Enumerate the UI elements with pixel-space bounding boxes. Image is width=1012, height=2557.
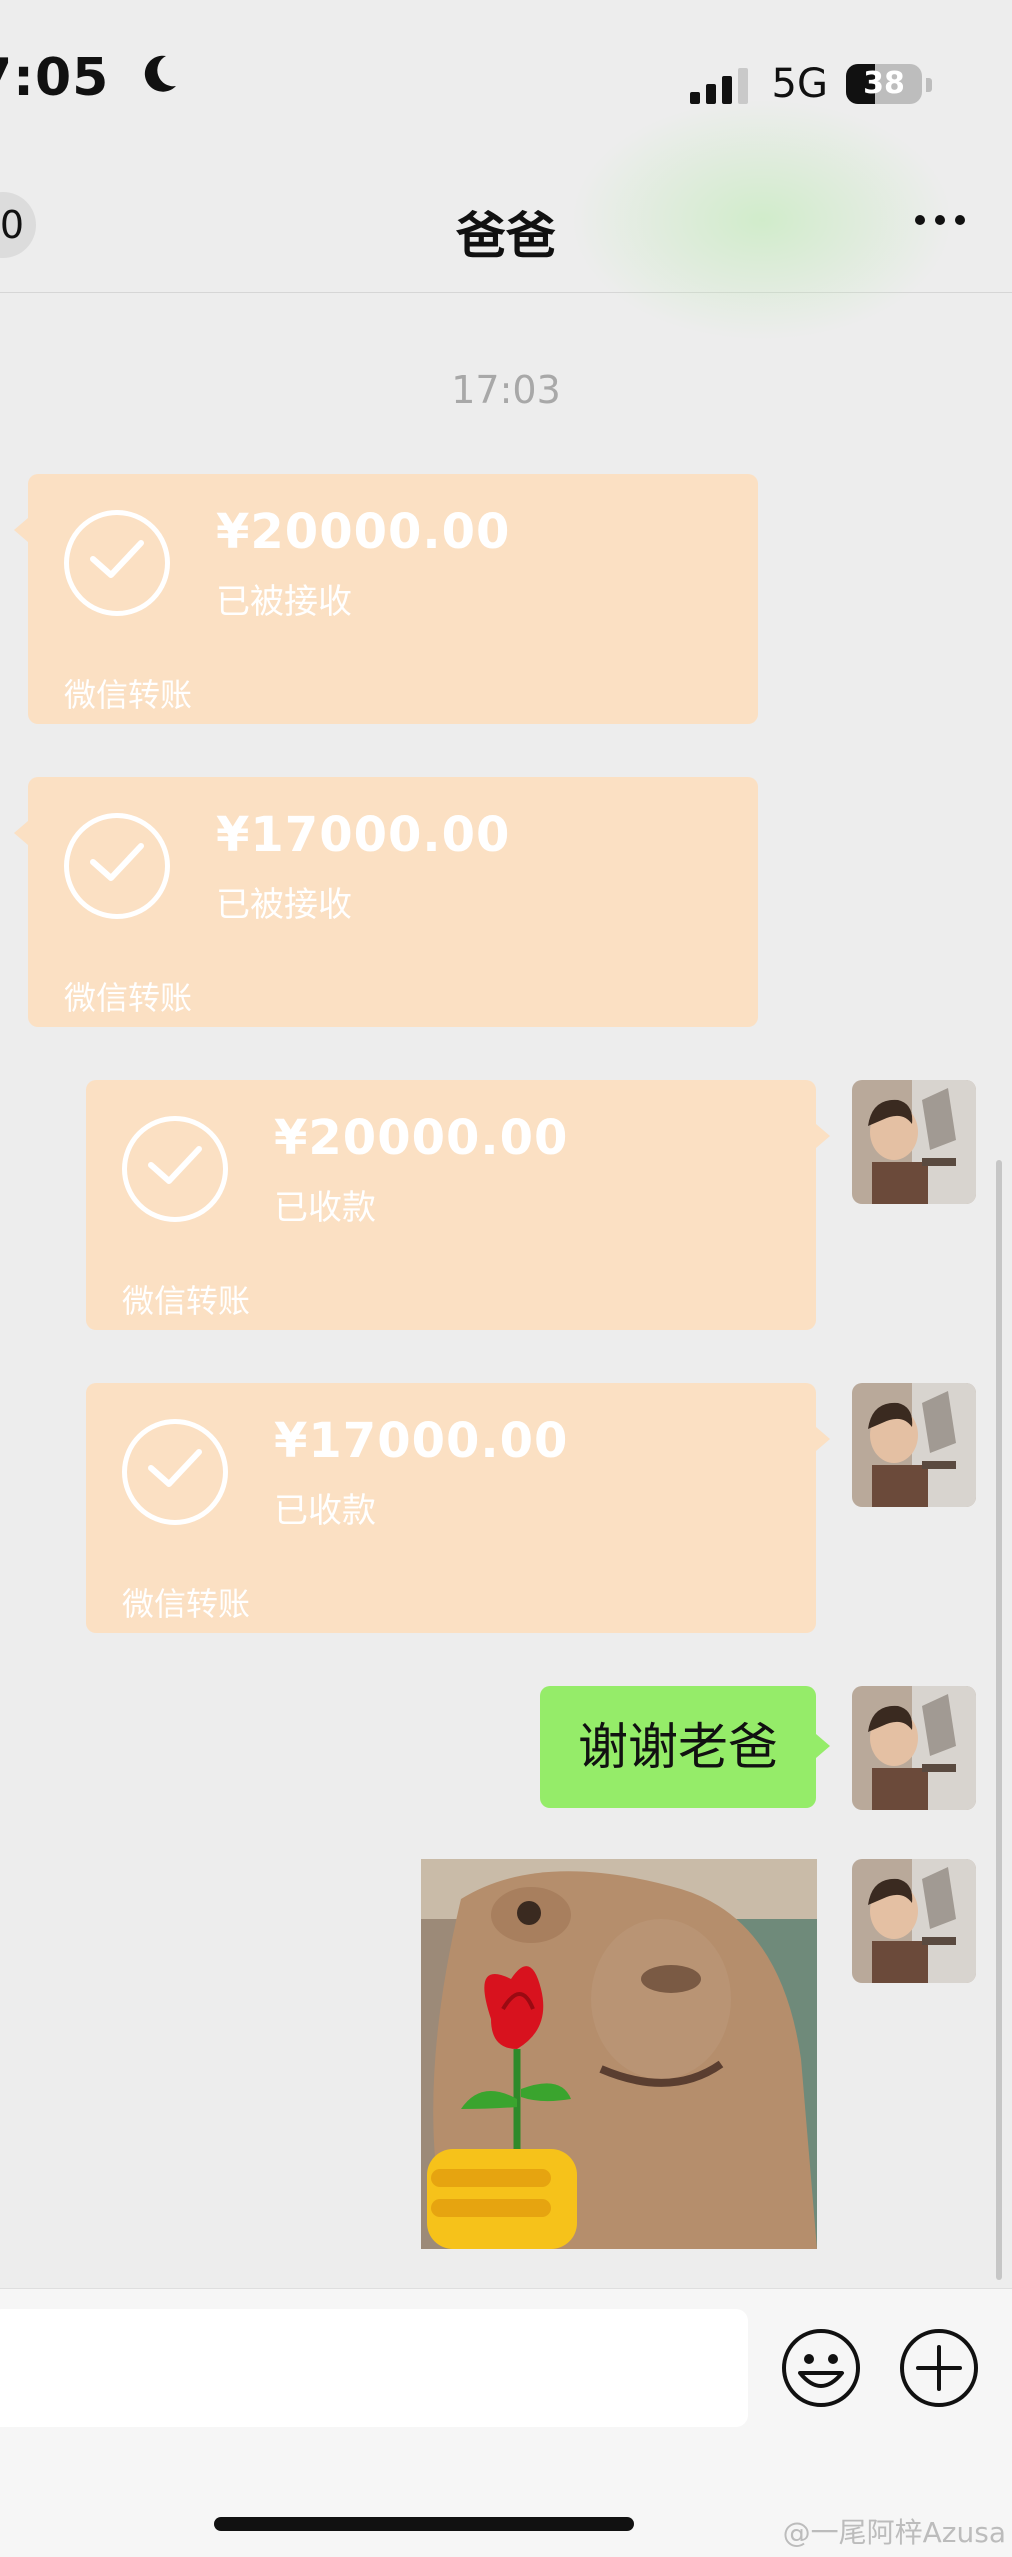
emoji-icon[interactable] <box>780 2327 862 2409</box>
transfer-card-received[interactable]: ¥17000.00 已被接收 微信转账 <box>14 777 758 1027</box>
do-not-disturb-moon-icon <box>144 55 176 92</box>
message-timestamp: 17:03 <box>451 368 561 412</box>
transfer-amount: ¥20000.00 <box>274 1110 569 1166</box>
avatar[interactable] <box>852 1080 976 1204</box>
check-circle-icon <box>64 813 170 919</box>
chat-header: 0 爸爸 <box>0 100 1012 340</box>
transfer-status: 已被接收 <box>216 885 352 925</box>
transfer-amount: ¥17000.00 <box>274 1413 569 1469</box>
transfer-status: 已收款 <box>274 1188 376 1228</box>
avatar[interactable] <box>852 1383 976 1507</box>
transfer-card-sent[interactable]: ¥17000.00 已收款 微信转账 <box>86 1383 830 1633</box>
more-options-icon[interactable] <box>910 200 970 240</box>
check-circle-icon <box>122 1116 228 1222</box>
status-time: 7:05 <box>0 52 176 104</box>
transfer-label: 微信转账 <box>64 676 193 714</box>
transfer-card-received[interactable]: ¥20000.00 已被接收 微信转账 <box>14 474 758 724</box>
status-indicators: 5G 38 <box>689 61 922 107</box>
capybara-rose-sticker[interactable] <box>421 1859 817 2249</box>
transfer-status: 已收款 <box>274 1491 376 1531</box>
transfer-amount: ¥17000.00 <box>216 807 511 863</box>
watermark: @一尾阿梓Azusa <box>782 2516 1006 2549</box>
avatar[interactable] <box>852 1686 976 1810</box>
cellular-signal-icon <box>689 64 748 104</box>
chat-title: 爸爸 <box>456 207 556 265</box>
home-indicator[interactable] <box>214 2517 634 2531</box>
scrollbar[interactable] <box>996 1160 1002 2280</box>
check-circle-icon <box>122 1419 228 1525</box>
transfer-amount: ¥20000.00 <box>216 504 511 560</box>
plus-icon[interactable] <box>898 2327 980 2409</box>
message-input[interactable] <box>0 2309 748 2427</box>
avatar[interactable] <box>852 1859 976 1983</box>
status-time-text: 7:05 <box>0 48 110 108</box>
transfer-label: 微信转账 <box>64 979 193 1017</box>
transfer-label: 微信转账 <box>122 1282 251 1320</box>
transfer-card-sent[interactable]: ¥20000.00 已收款 微信转账 <box>86 1080 830 1330</box>
battery-icon: 38 <box>846 64 922 104</box>
transfer-status: 已被接收 <box>216 582 352 622</box>
battery-tip <box>926 78 932 92</box>
transfer-label: 微信转账 <box>122 1585 251 1623</box>
sent-text-bubble[interactable]: 谢谢老爸 <box>540 1686 830 1808</box>
input-bar: @一尾阿梓Azusa <box>0 2288 1012 2557</box>
check-circle-icon <box>64 510 170 616</box>
battery-level: 38 <box>863 66 905 101</box>
